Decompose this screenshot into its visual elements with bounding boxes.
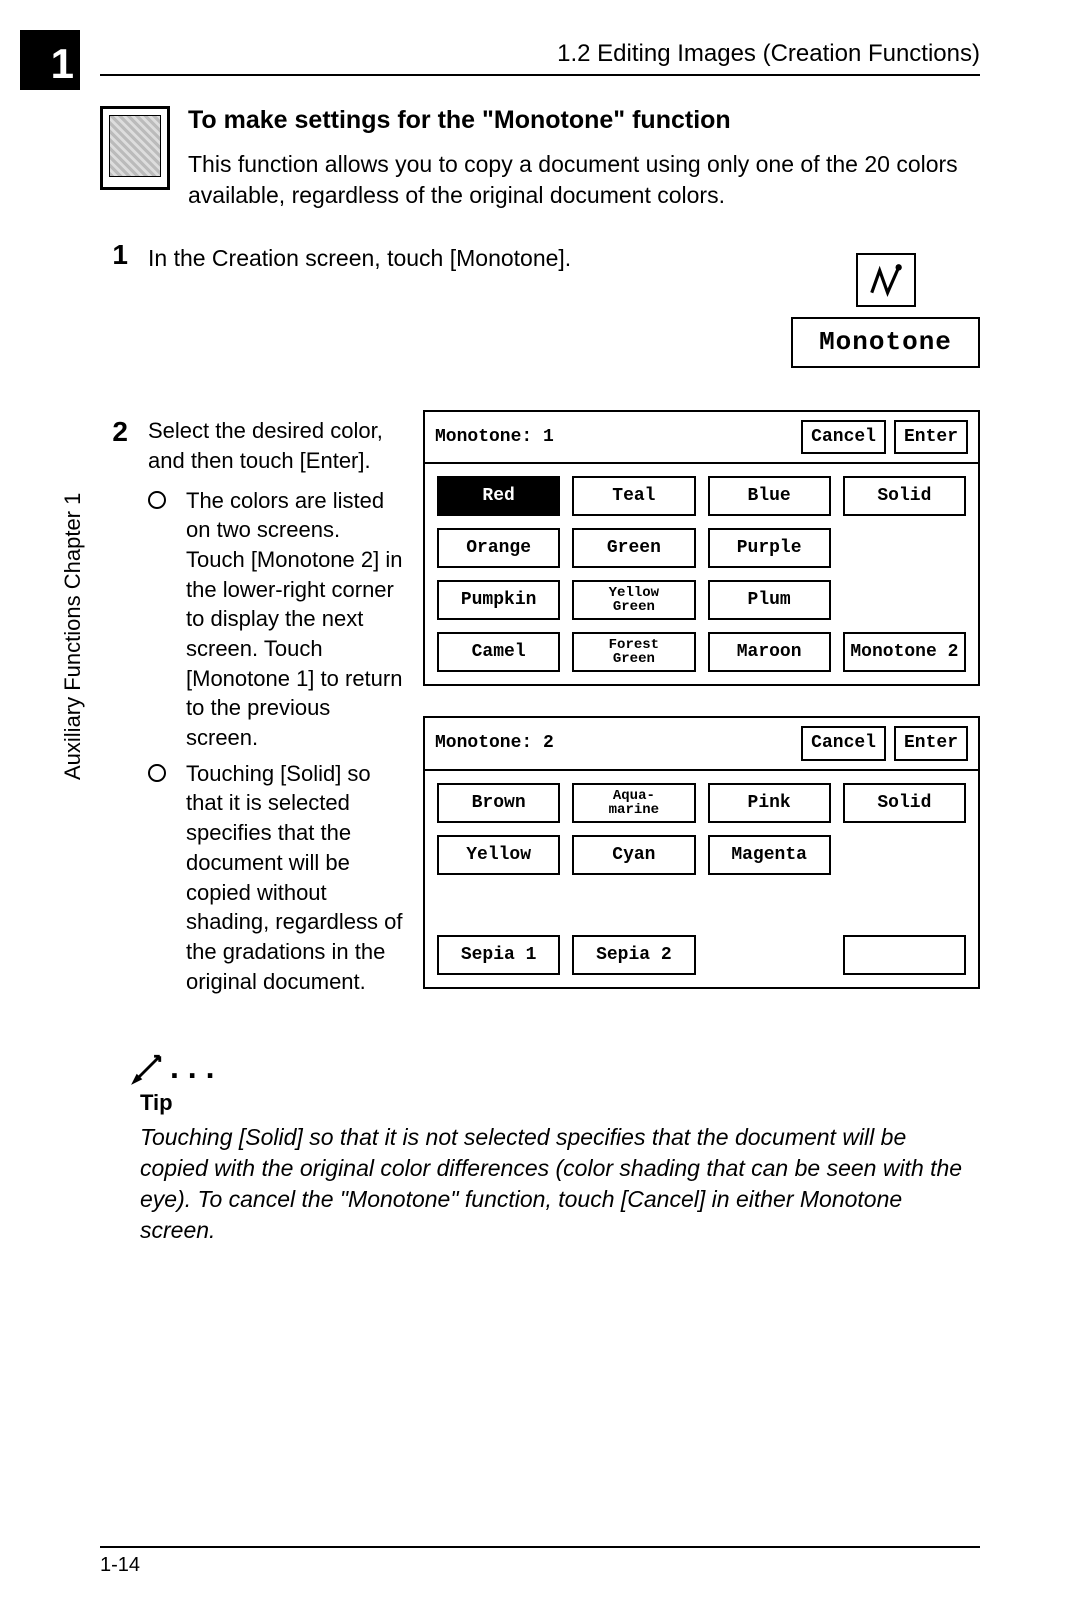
- page-header: 1.2 Editing Images (Creation Functions): [100, 30, 980, 76]
- color-pumpkin[interactable]: Pumpkin: [437, 580, 560, 620]
- color-purple[interactable]: Purple: [708, 528, 831, 568]
- solid-toggle[interactable]: Solid: [843, 476, 966, 516]
- monotone-illustration-icon: [856, 253, 916, 307]
- cancel-button[interactable]: Cancel: [801, 420, 886, 454]
- enter-button[interactable]: Enter: [894, 420, 968, 454]
- step-1-text: In the Creation screen, touch [Monotone]…: [148, 245, 571, 271]
- color-forest-green[interactable]: Forest Green: [572, 632, 695, 672]
- color-camel[interactable]: Camel: [437, 632, 560, 672]
- section-description: This function allows you to copy a docum…: [188, 149, 980, 211]
- step-2-bullet-2: Touching [Solid] so that it is selected …: [186, 759, 403, 997]
- color-plum[interactable]: Plum: [708, 580, 831, 620]
- page-number: 1-14: [100, 1546, 980, 1577]
- color-cyan[interactable]: Cyan: [572, 835, 695, 875]
- panel-2-title: Monotone: 2: [435, 731, 554, 755]
- color-yellow-green[interactable]: Yellow Green: [572, 580, 695, 620]
- empty-cell: [843, 835, 966, 871]
- enter-button[interactable]: Enter: [894, 726, 968, 760]
- bullet-icon: [148, 759, 172, 997]
- step-2-bullet-1: The colors are listed on two screens. To…: [186, 486, 403, 753]
- tip-heading: Tip: [140, 1090, 980, 1116]
- color-pink[interactable]: Pink: [708, 783, 831, 823]
- color-aquamarine[interactable]: Aqua- marine: [572, 783, 695, 823]
- color-blue[interactable]: Blue: [708, 476, 831, 516]
- color-sepia-1[interactable]: Sepia 1: [437, 935, 560, 975]
- monotone-button[interactable]: Monotone: [791, 317, 980, 368]
- empty-cell: [572, 887, 695, 923]
- step-2-number: 2: [100, 416, 128, 448]
- step-2-intro: Select the desired color, and then touch…: [148, 416, 403, 475]
- color-maroon[interactable]: Maroon: [708, 632, 831, 672]
- color-yellow[interactable]: Yellow: [437, 835, 560, 875]
- bullet-icon: [148, 486, 172, 753]
- monotone-panel-2: Monotone: 2 Cancel Enter Brown Aqua- mar…: [423, 716, 980, 988]
- color-brown[interactable]: Brown: [437, 783, 560, 823]
- panel-1-title: Monotone: 1: [435, 425, 554, 449]
- step-1-number: 1: [100, 239, 128, 271]
- tip-text: Touching [Solid] so that it is not selec…: [140, 1122, 980, 1246]
- monotone-panel-1: Monotone: 1 Cancel Enter Red Teal Blue S…: [423, 410, 980, 686]
- empty-cell: [708, 935, 831, 971]
- monotone-1-nav-button[interactable]: Monotone 1: [843, 935, 966, 975]
- color-orange[interactable]: Orange: [437, 528, 560, 568]
- empty-cell: [843, 580, 966, 616]
- empty-cell: [843, 528, 966, 564]
- cancel-button[interactable]: Cancel: [801, 726, 886, 760]
- empty-cell: [708, 887, 831, 923]
- solid-toggle[interactable]: Solid: [843, 783, 966, 823]
- color-green[interactable]: Green: [572, 528, 695, 568]
- section-title: To make settings for the "Monotone" func…: [188, 106, 980, 135]
- color-magenta[interactable]: Magenta: [708, 835, 831, 875]
- empty-cell: [437, 887, 560, 923]
- monotone-2-nav-button[interactable]: Monotone 2: [843, 632, 966, 672]
- tip-icon: . . .: [130, 1049, 980, 1086]
- color-teal[interactable]: Teal: [572, 476, 695, 516]
- empty-cell: [843, 887, 966, 923]
- color-red[interactable]: Red: [437, 476, 560, 516]
- section-thumbnail: [100, 106, 170, 190]
- color-sepia-2[interactable]: Sepia 2: [572, 935, 695, 975]
